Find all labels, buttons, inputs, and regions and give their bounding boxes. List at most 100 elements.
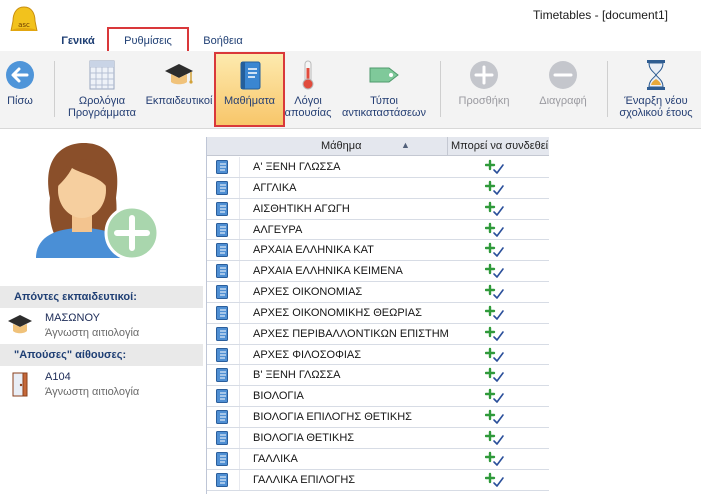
- left-pane: Απόντες εκπαιδευτικοί: ΜΑΣΩΝΟΥ Άγνωστη α…: [0, 130, 203, 494]
- tag-icon: [369, 67, 399, 83]
- can-connect-plus-check-icon[interactable]: [485, 284, 505, 300]
- subject-book-icon: [216, 201, 228, 216]
- absent-room-reason: Άγνωστη αιτιολογία: [45, 386, 140, 398]
- ribbon-toolbar: Πίσω Ωρολόγια Προγράμματα Εκπαιδευτικοί …: [0, 51, 701, 129]
- table-row[interactable]: ΓΑΛΛΙΚΑ ΕΠΙΛΟΓΗΣ: [207, 469, 549, 491]
- can-connect-plus-check-icon[interactable]: [485, 180, 505, 196]
- new-school-year-button[interactable]: Έναρξη νέου σχολικού έτους: [612, 51, 700, 129]
- subject-name-cell: ΑΡΧΕΣ ΟΙΚΟΝΟΜΙΑΣ: [253, 286, 363, 299]
- absent-teacher-entry[interactable]: ΜΑΣΩΝΟΥ Άγνωστη αιτιολογία: [0, 308, 203, 342]
- ribbon-separator: [607, 61, 608, 117]
- thermometer-icon: [302, 60, 314, 90]
- subject-name-cell: ΒΙΟΛΟΓΙΑ ΘΕΤΙΚΗΣ: [253, 431, 355, 444]
- schedules-button[interactable]: Ωρολόγια Προγράμματα: [62, 51, 142, 129]
- table-row[interactable]: ΑΡΧΕΣ ΠΕΡΙΒΑΛΛΟΝΤΙΚΩΝ ΕΠΙΣΤΗΜ: [207, 323, 549, 345]
- table-row[interactable]: Β' ΞΕΝΗ ΓΛΩΣΣΑ: [207, 365, 549, 387]
- subject-book-icon: [216, 347, 228, 362]
- row-column-divider: [239, 407, 240, 427]
- can-connect-plus-check-icon[interactable]: [485, 409, 505, 425]
- table-row[interactable]: ΑΡΧΑΙΑ ΕΛΛΗΝΙΚΑ ΚΕΙΜΕΝΑ: [207, 261, 549, 283]
- absent-teachers-header: Απόντες εκπαιδευτικοί:: [0, 286, 203, 308]
- row-column-divider: [239, 469, 240, 490]
- subject-book-icon: [216, 264, 228, 279]
- subject-name-cell: ΑΡΧΕΣ ΠΕΡΙΒΑΛΛΟΝΤΙΚΩΝ ΕΠΙΣΤΗΜ: [253, 327, 449, 340]
- subst-label-line1: Τύποι: [370, 95, 398, 107]
- add-teacher-avatar-icon[interactable]: [22, 138, 162, 268]
- row-column-divider: [239, 177, 240, 198]
- table-row[interactable]: ΑΛΓΕΥΡΑ: [207, 219, 549, 241]
- hourglass-icon: [647, 60, 665, 90]
- absent-teacher-reason: Άγνωστη αιτιολογία: [45, 327, 140, 339]
- subject-book-icon: [216, 160, 228, 174]
- subject-name-cell: ΑΡΧΑΙΑ ΕΛΛΗΝΙΚΑ ΚΑΤ: [253, 244, 374, 257]
- subst-label-line2: αντικαταστάσεων: [341, 107, 427, 119]
- table-row[interactable]: ΑΡΧΕΣ ΟΙΚΟΝΟΜΙΑΣ: [207, 282, 549, 303]
- grid-header: Μάθημα ▲ Μπορεί να συνδεθεί: [207, 137, 549, 156]
- ribbon-separator: [440, 61, 441, 117]
- tab-general[interactable]: Γενικά: [52, 31, 104, 51]
- table-row[interactable]: ΒΙΟΛΟΓΙΑ ΘΕΤΙΚΗΣ: [207, 427, 549, 449]
- can-connect-plus-check-icon[interactable]: [485, 263, 505, 279]
- minus-circle-icon: [549, 61, 577, 89]
- schedules-label-line2: Προγράμματα: [67, 107, 137, 119]
- back-button[interactable]: Πίσω: [0, 51, 40, 129]
- door-icon: [12, 372, 28, 397]
- can-connect-plus-check-icon[interactable]: [485, 388, 505, 404]
- can-connect-plus-check-icon[interactable]: [485, 472, 505, 488]
- table-row[interactable]: ΑΡΧΕΣ ΦΙΛΟΣΟΦΙΑΣ: [207, 344, 549, 366]
- can-connect-plus-check-icon[interactable]: [485, 451, 505, 467]
- absence-label: Λόγοι απουσίας: [284, 95, 332, 119]
- schedules-label: Ωρολόγια Προγράμματα: [62, 95, 142, 119]
- table-row[interactable]: ΓΑΛΛΙΚΑ: [207, 448, 549, 470]
- table-row[interactable]: ΑΙΣΘΗΤΙΚΗ ΑΓΩΓΗ: [207, 198, 549, 220]
- row-column-divider: [239, 157, 240, 177]
- row-column-divider: [239, 448, 240, 469]
- row-column-divider: [239, 302, 240, 323]
- add-button[interactable]: Προσθήκη: [449, 51, 519, 129]
- absent-room-entry[interactable]: Α104 Άγνωστη αιτιολογία: [0, 367, 203, 401]
- delete-button[interactable]: Διαγραφή: [528, 51, 598, 129]
- table-row[interactable]: ΑΡΧΑΙΑ ΕΛΛΗΝΙΚΑ ΚΑΤ: [207, 240, 549, 262]
- row-column-divider: [239, 282, 240, 302]
- back-label: Πίσω: [7, 95, 33, 107]
- can-connect-plus-check-icon[interactable]: [485, 347, 505, 363]
- title-bar: asc Timetables - [document1]: [0, 0, 701, 38]
- subject-name-cell: ΑΡΧΕΣ ΟΙΚΟΝΟΜΙΚΗΣ ΘΕΩΡΙΑΣ: [253, 306, 422, 319]
- teachers-button[interactable]: Εκπαιδευτικοί: [143, 51, 215, 129]
- row-column-divider: [239, 344, 240, 365]
- column-header-can-connect[interactable]: Μπορεί να συνδεθεί: [451, 140, 549, 152]
- can-connect-plus-check-icon[interactable]: [485, 326, 505, 342]
- grid-rows: Α' ΞΕΝΗ ΓΛΩΣΣΑ ΑΓΓΛΙΚΑ ΑΙΣΘΗΤΙΚΗ ΑΓΩΓΗ ΑΛΓΕ…: [207, 157, 549, 491]
- row-column-divider: [239, 323, 240, 344]
- new-year-label: Έναρξη νέου σχολικού έτους: [612, 95, 700, 119]
- tab-help[interactable]: Βοήθεια: [193, 31, 253, 51]
- absence-label-line1: Λόγοι: [294, 95, 322, 107]
- absence-reasons-button[interactable]: Λόγοι απουσίας: [284, 51, 332, 129]
- sort-ascending-icon: ▲: [401, 140, 410, 150]
- ribbon-separator: [54, 61, 55, 117]
- can-connect-plus-check-icon[interactable]: [485, 242, 505, 258]
- svg-text:asc: asc: [18, 21, 30, 29]
- subject-book-icon: [216, 222, 228, 237]
- can-connect-plus-check-icon[interactable]: [485, 159, 505, 175]
- subject-book-icon: [216, 305, 228, 320]
- subject-book-icon: [216, 285, 228, 300]
- table-row[interactable]: ΑΓΓΛΙΚΑ: [207, 177, 549, 199]
- column-divider[interactable]: [447, 137, 448, 156]
- can-connect-plus-check-icon[interactable]: [485, 367, 505, 383]
- substitution-types-button[interactable]: Τύποι αντικαταστάσεων: [337, 51, 431, 129]
- table-row[interactable]: ΑΡΧΕΣ ΟΙΚΟΝΟΜΙΚΗΣ ΘΕΩΡΙΑΣ: [207, 302, 549, 324]
- table-row[interactable]: ΒΙΟΛΟΓΙΑ ΕΠΙΛΟΓΗΣ ΘΕΤΙΚΗΣ: [207, 407, 549, 428]
- schedules-label-line1: Ωρολόγια: [78, 95, 126, 107]
- subst-label: Τύποι αντικαταστάσεων: [337, 95, 431, 119]
- can-connect-plus-check-icon[interactable]: [485, 430, 505, 446]
- table-row[interactable]: ΒΙΟΛΟΓΙΑ: [207, 386, 549, 408]
- table-row[interactable]: Α' ΞΕΝΗ ΓΛΩΣΣΑ: [207, 157, 549, 178]
- can-connect-plus-check-icon[interactable]: [485, 201, 505, 217]
- can-connect-plus-check-icon[interactable]: [485, 222, 505, 238]
- row-column-divider: [239, 427, 240, 448]
- add-label: Προσθήκη: [458, 95, 510, 107]
- can-connect-plus-check-icon[interactable]: [485, 305, 505, 321]
- subject-book-icon: [216, 368, 228, 383]
- column-header-subject[interactable]: Μάθημα: [321, 140, 361, 152]
